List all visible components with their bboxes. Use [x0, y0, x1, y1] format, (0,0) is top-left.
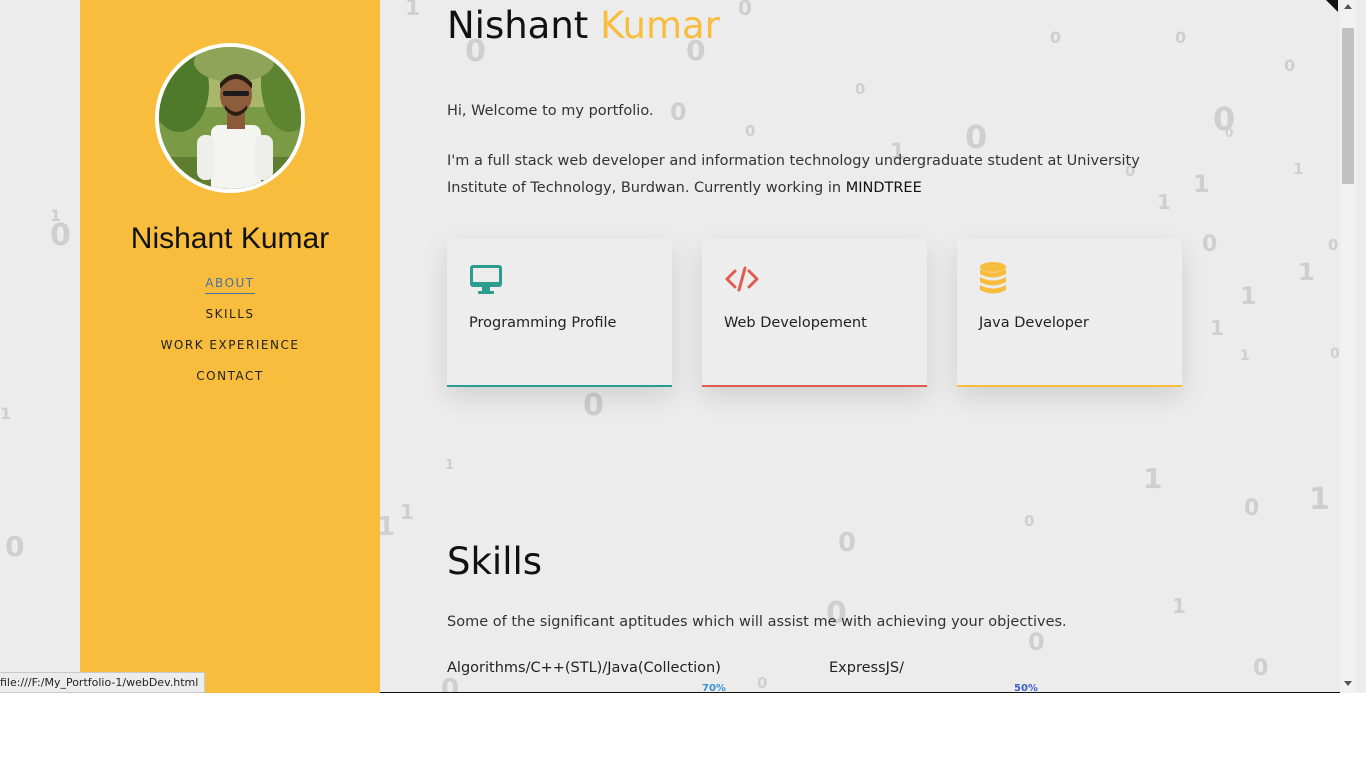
sidebar-name: Nishant Kumar	[130, 222, 330, 255]
card-label: Java Developer	[979, 315, 1089, 331]
intro-text: I'm a full stack web developer and infor…	[447, 153, 1140, 196]
card-label: Programming Profile	[469, 315, 617, 331]
card-java-developer[interactable]: Java Developer	[957, 239, 1182, 387]
vertical-scrollbar[interactable]	[1340, 0, 1356, 693]
intro-paragraph: I'm a full stack web developer and infor…	[447, 148, 1187, 202]
scroll-down-arrow-icon[interactable]	[1344, 681, 1352, 686]
binary-digit: 1	[400, 500, 414, 524]
monitor-icon	[470, 265, 502, 294]
card-label: Web Developement	[724, 315, 867, 331]
sidebar: Nishant Kumar ABOUT SKILLS WORK EXPERIEN…	[80, 0, 380, 693]
nav-item-work-experience[interactable]: WORK EXPERIENCE	[80, 338, 380, 352]
title-first-name: Nishant	[447, 4, 589, 47]
skill-name: Algorithms/C++(STL)/Java(Collection)	[447, 660, 721, 676]
binary-digit: 0	[1328, 236, 1339, 254]
nav-item-contact[interactable]: CONTACT	[80, 369, 380, 383]
binary-digit: 0	[5, 530, 25, 563]
main-content: Nishant Kumar Hi, Welcome to my portfoli…	[447, 0, 1327, 693]
status-bar-url: file:///F:/My_Portfolio-1/webDev.html	[0, 672, 206, 693]
skill-name: ExpressJS/	[829, 660, 904, 676]
card-accent-bar	[447, 385, 672, 387]
company-name: MINDTREE	[845, 180, 922, 196]
nav-item-about-label: ABOUT	[205, 276, 255, 294]
scrollbar-thumb[interactable]	[1342, 28, 1354, 184]
binary-digit: 0	[50, 218, 71, 253]
skills-heading: Skills	[447, 540, 543, 583]
welcome-text: Hi, Welcome to my portfolio.	[447, 103, 654, 119]
card-web-development[interactable]: Web Developement	[702, 239, 927, 387]
nav-item-work-experience-label: WORK EXPERIENCE	[160, 338, 300, 352]
nav-item-about[interactable]: ABOUT	[80, 276, 380, 294]
database-icon	[980, 262, 1006, 294]
binary-digit: 1	[50, 206, 62, 225]
code-icon	[725, 266, 759, 292]
card-accent-bar	[702, 385, 927, 387]
skills-description: Some of the significant aptitudes which …	[447, 614, 1067, 630]
nav-item-skills-label: SKILLS	[205, 307, 255, 321]
avatar	[155, 43, 305, 193]
portfolio-viewport: 1000000000001001111000001011110011101100…	[0, 0, 1366, 693]
profile-photo	[159, 47, 301, 189]
card-programming-profile[interactable]: Programming Profile	[447, 239, 672, 387]
corner-triangle-icon	[1326, 0, 1338, 12]
bottom-divider	[380, 692, 1340, 693]
nav-item-contact-label: CONTACT	[196, 369, 264, 383]
binary-digit: 1	[405, 0, 421, 21]
title-last-name: Kumar	[600, 4, 720, 47]
card-accent-bar	[957, 385, 1182, 387]
binary-digit: 0	[1330, 346, 1340, 362]
nav-item-skills[interactable]: SKILLS	[80, 307, 380, 321]
scroll-up-arrow-icon[interactable]	[1344, 4, 1352, 9]
page-title: Nishant Kumar	[447, 4, 720, 47]
binary-digit: 1	[0, 404, 12, 423]
